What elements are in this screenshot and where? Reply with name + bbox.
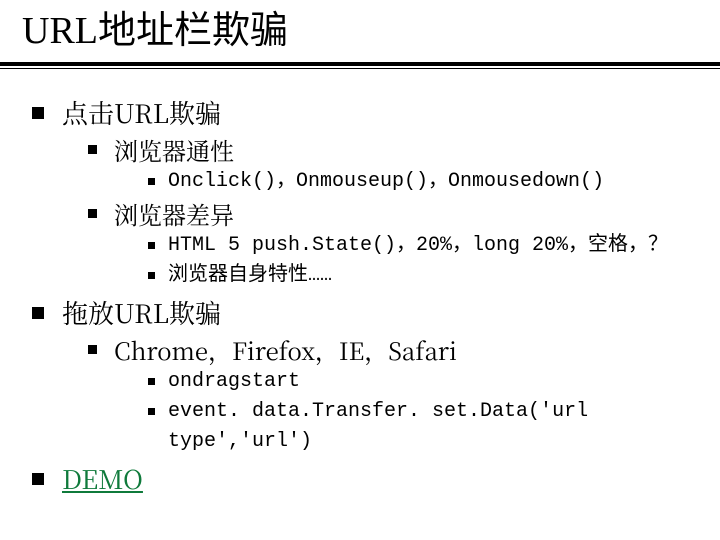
slide-title: URL地址栏欺骗 — [22, 10, 698, 54]
item-text: HTML 5 push.State()，20%，long 20%，空格，？ — [168, 234, 668, 257]
item-text: 浏览器差异 — [114, 196, 234, 231]
title-wrap: URL地址栏欺骗 — [0, 0, 720, 56]
list-item: 浏览器差异 HTML 5 push.State()，20%，long 20%，空… — [86, 197, 690, 291]
list-item: event. data.Transfer. set.Data('url type… — [146, 397, 690, 457]
item-text: Chrome，Firefox，IE，Safari — [114, 332, 457, 367]
item-text: 浏览器自身特性…… — [168, 264, 332, 287]
item-text: 点击URL欺骗 — [62, 94, 221, 131]
list-item: 拖放URL欺骗 Chrome，Firefox，IE，Safari ondrags… — [30, 295, 690, 457]
bullet-list: ondragstart event. data.Transfer. set.Da… — [114, 367, 690, 457]
list-item: HTML 5 push.State()，20%，long 20%，空格，？ — [146, 231, 690, 261]
item-text: 浏览器通性 — [114, 132, 234, 167]
item-text: Onclick()，Onmouseup()，Onmousedown() — [168, 170, 604, 193]
bullet-list: 点击URL欺骗 浏览器通性 Onclick()，Onmouseup()，Onmo… — [30, 95, 690, 497]
list-item: Chrome，Firefox，IE，Safari ondragstart eve… — [86, 333, 690, 457]
list-item: ondragstart — [146, 367, 690, 397]
list-item: 浏览器自身特性…… — [146, 261, 690, 291]
item-text: ondragstart — [168, 370, 300, 393]
divider — [0, 56, 720, 69]
bullet-list: Chrome，Firefox，IE，Safari ondragstart eve… — [62, 333, 690, 457]
bullet-list: Onclick()，Onmouseup()，Onmousedown() — [114, 167, 690, 197]
list-item: Onclick()，Onmouseup()，Onmousedown() — [146, 167, 690, 197]
demo-link[interactable]: DEMO — [62, 460, 143, 497]
bullet-list: HTML 5 push.State()，20%，long 20%，空格，？ 浏览… — [114, 231, 690, 291]
bullet-list: 浏览器通性 Onclick()，Onmouseup()，Onmousedown(… — [62, 133, 690, 291]
list-item: 点击URL欺骗 浏览器通性 Onclick()，Onmouseup()，Onmo… — [30, 95, 690, 291]
slide: URL地址栏欺骗 点击URL欺骗 浏览器通性 Onclick()，Onmouse… — [0, 0, 720, 540]
content-area: 点击URL欺骗 浏览器通性 Onclick()，Onmouseup()，Onmo… — [0, 69, 720, 497]
item-text: event. data.Transfer. set.Data('url type… — [168, 400, 588, 453]
list-item: 浏览器通性 Onclick()，Onmouseup()，Onmousedown(… — [86, 133, 690, 197]
list-item: DEMO — [30, 461, 690, 497]
item-text: 拖放URL欺骗 — [62, 294, 221, 331]
rule-thick — [0, 62, 720, 66]
